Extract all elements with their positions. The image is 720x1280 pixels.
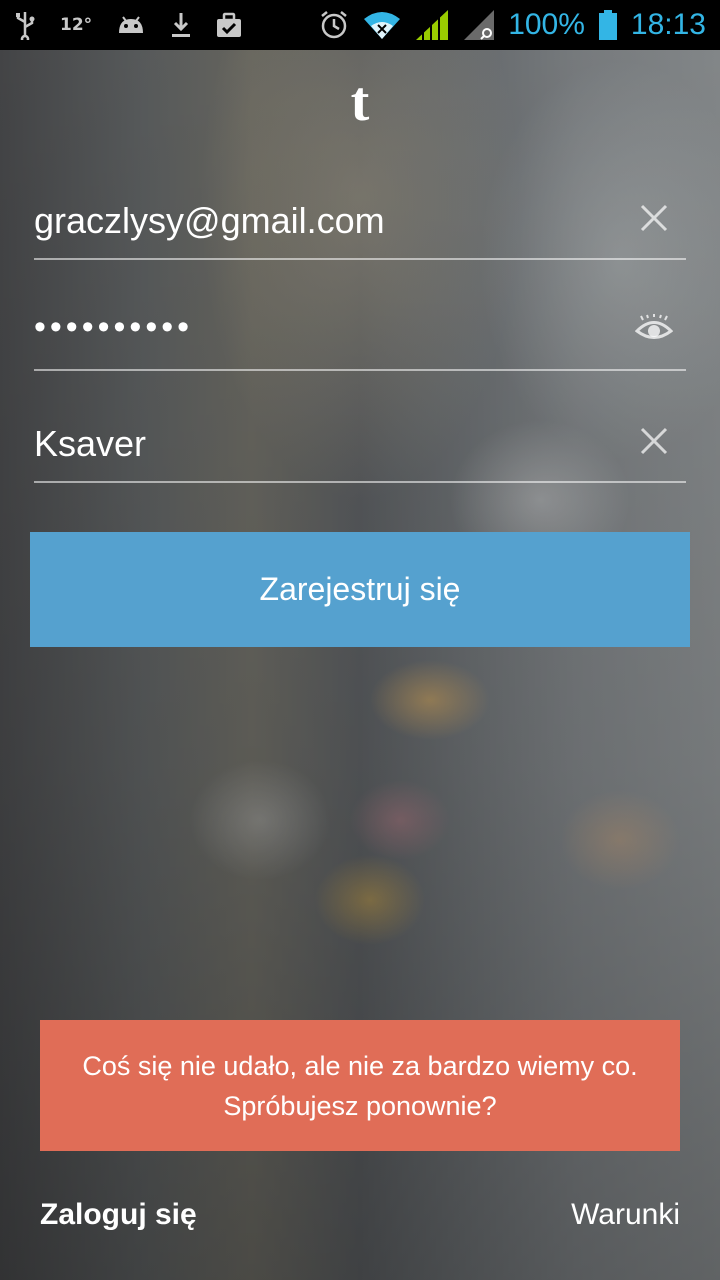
error-line-2: Spróbujesz ponownie? [223, 1090, 497, 1121]
status-bar-left: 12° [14, 10, 318, 40]
clock: 18:13 [630, 8, 706, 41]
briefcase-icon [216, 12, 242, 38]
error-message: Coś się nie udało, ale nie za bardzo wie… [40, 1020, 680, 1151]
tumblr-logo: t [350, 71, 370, 133]
password-field[interactable]: •••••••••• [34, 308, 686, 371]
login-link[interactable]: Zaloguj się [40, 1198, 197, 1232]
eye-icon [634, 314, 674, 348]
error-line-1: Coś się nie udało, ale nie za bardzo wie… [82, 1050, 638, 1081]
battery-percent: 100% [508, 8, 585, 41]
signal-icon [414, 8, 450, 42]
battery-icon [597, 9, 619, 41]
password-input[interactable]: •••••••••• [34, 308, 614, 347]
email-input[interactable] [34, 200, 614, 242]
status-bar: 12° 100% 18:13 [0, 0, 720, 50]
username-input[interactable] [34, 423, 614, 465]
error-text: Coś się nie udało, ale nie za bardzo wie… [82, 1046, 637, 1126]
usb-icon [14, 10, 36, 40]
close-icon [639, 203, 669, 237]
temperature-icon: 12° [60, 15, 93, 35]
close-icon [639, 426, 669, 460]
alarm-icon [318, 9, 350, 41]
clear-username-button[interactable] [634, 423, 674, 463]
email-field[interactable] [34, 200, 686, 260]
register-button[interactable]: Zarejestruj się [30, 532, 690, 647]
android-icon [116, 13, 146, 37]
signal-search-icon [462, 8, 496, 42]
show-password-button[interactable] [634, 311, 674, 351]
clear-email-button[interactable] [634, 200, 674, 240]
terms-link[interactable]: Warunki [571, 1198, 680, 1232]
download-icon [170, 11, 192, 39]
wifi-icon [362, 9, 402, 41]
username-field[interactable] [34, 423, 686, 483]
status-bar-right: 100% 18:13 [318, 8, 706, 42]
